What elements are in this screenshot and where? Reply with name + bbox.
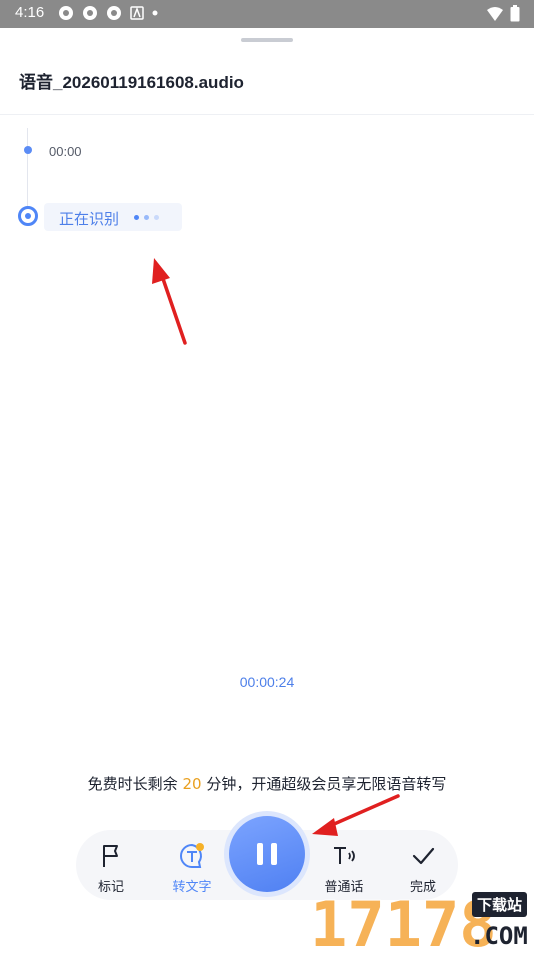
pause-button[interactable] <box>229 816 305 892</box>
notice-suffix: 分钟，开通超级会员享无限语音转写 <box>206 775 447 793</box>
checkmark-icon <box>412 847 435 865</box>
free-time-notice[interactable]: 免费时长剩余 20 分钟，开通超级会员享无限语音转写 <box>0 773 534 794</box>
watermark-domain: .COM <box>470 922 528 950</box>
timeline-current-dot <box>18 206 38 226</box>
divider <box>0 114 534 115</box>
svg-text:17178: 17178 <box>310 888 497 950</box>
timeline-dot <box>24 146 32 154</box>
mark-label: 标记 <box>97 880 124 895</box>
status-right <box>486 5 520 22</box>
font-icon <box>130 6 144 20</box>
pause-button-ring <box>224 811 310 897</box>
watermark-tagline: 下载站 <box>472 892 528 917</box>
text-bubble-icon <box>180 843 204 868</box>
status-bar: 4:16 <box>0 0 534 28</box>
notice-prefix: 免费时长剩余 <box>87 775 178 793</box>
recognizing-bubble: 正在识别 <box>44 203 182 231</box>
dot-icon <box>152 10 158 16</box>
loading-dots-icon <box>134 215 159 220</box>
sheet-drag-handle[interactable] <box>241 38 293 42</box>
battery-icon <box>510 5 520 22</box>
wifi-icon <box>487 6 503 21</box>
to-text-button[interactable]: 转文字 <box>162 842 222 895</box>
mark-button[interactable]: 标记 <box>81 842 141 895</box>
settings-icon <box>107 6 121 20</box>
pause-icon <box>257 843 263 865</box>
page-title: 语音_20260119161608.audio <box>19 73 244 92</box>
timeline-timestamp: 00:00 <box>49 144 82 159</box>
status-time: 4:16 <box>15 4 45 21</box>
flag-icon <box>103 845 118 867</box>
recording-sheet: 语音_20260119161608.audio 00:00 正在识别 00:00… <box>0 28 534 950</box>
status-icons <box>58 5 158 21</box>
to-text-label: 转文字 <box>172 880 212 895</box>
settings-icon <box>59 6 73 20</box>
notice-minutes: 20 <box>182 775 202 793</box>
recognizing-label: 正在识别 <box>59 210 120 228</box>
site-watermark: 17178 下载站 .COM <box>308 880 534 954</box>
elapsed-time: 00:00:24 <box>239 674 295 690</box>
pause-icon-bar <box>271 843 277 865</box>
speech-language-icon <box>334 847 355 864</box>
settings-icon <box>83 6 97 20</box>
